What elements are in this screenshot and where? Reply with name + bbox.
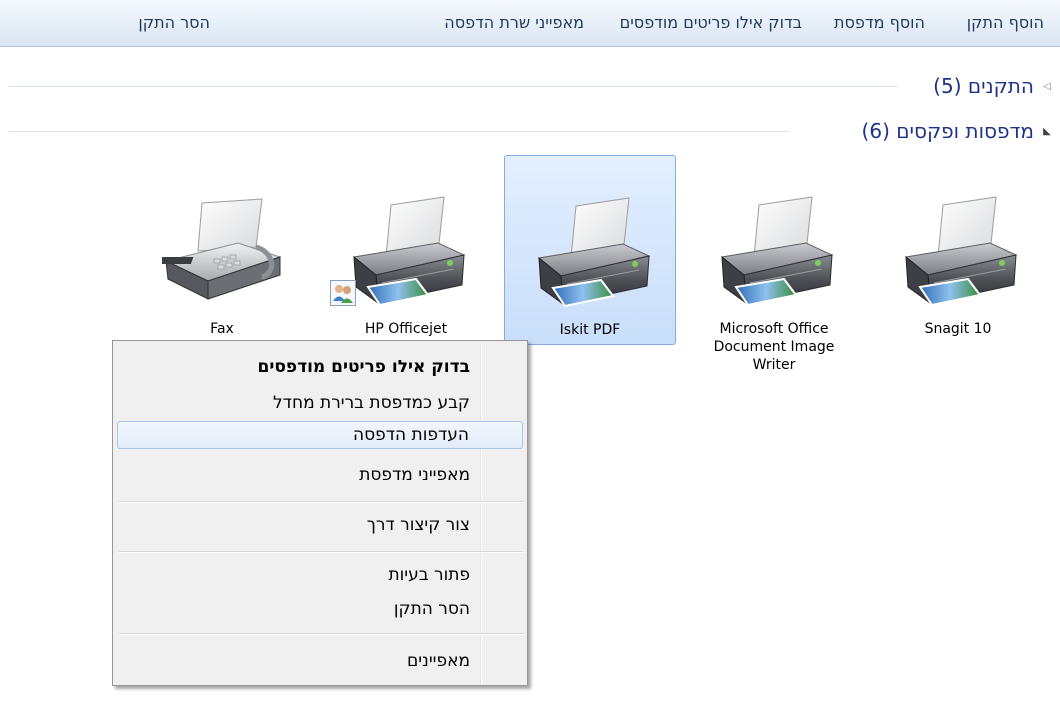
- see-whats-printing-button[interactable]: בדוק אילו פריטים מודפסים: [620, 13, 802, 33]
- device-iskit-pdf[interactable]: Iskit PDF: [504, 155, 676, 345]
- expand-arrow-icon[interactable]: ◁: [1040, 79, 1054, 93]
- group-divider: [8, 131, 790, 132]
- device-snagit[interactable]: Snagit 10: [872, 155, 1044, 345]
- menu-separator: [119, 551, 523, 553]
- printer-icon: [714, 195, 834, 315]
- remove-device-button[interactable]: הסר התקן: [138, 13, 210, 33]
- group-title-printers: מדפסות ופקסים (6): [861, 119, 1034, 143]
- menu-item-set-default[interactable]: קבע כמדפסת ברירת מחדל: [117, 389, 523, 417]
- group-header-printers[interactable]: ◣ מדפסות ופקסים (6): [0, 119, 1060, 143]
- menu-item-properties[interactable]: מאפיינים: [117, 647, 523, 675]
- menu-item-see-whats-printing[interactable]: בדוק אילו פריטים מודפסים: [117, 353, 523, 381]
- add-printer-button[interactable]: הוסף מדפסת: [834, 13, 925, 33]
- printer-icon: [531, 196, 651, 316]
- device-label: Snagit 10: [924, 321, 992, 337]
- menu-item-create-shortcut[interactable]: צור קיצור דרך: [117, 511, 523, 539]
- device-label: HP Officejet: [364, 321, 448, 337]
- collapse-arrow-icon[interactable]: ◣: [1040, 124, 1054, 138]
- menu-item-remove-device[interactable]: הסר התקן: [117, 595, 523, 623]
- fax-icon: [162, 195, 282, 315]
- device-label: Fax: [210, 321, 234, 337]
- device-label: Iskit PDF: [559, 322, 621, 338]
- printer-icon: [346, 195, 466, 315]
- device-fax[interactable]: Fax: [136, 155, 308, 345]
- shared-users-icon: [330, 280, 356, 306]
- device-ms-office-writer[interactable]: Microsoft Office Document Image Writer: [688, 155, 860, 373]
- context-menu: בדוק אילו פריטים מודפסים קבע כמדפסת בריר…: [112, 340, 528, 686]
- device-hp-officejet[interactable]: HP Officejet: [320, 155, 492, 345]
- menu-item-printer-properties[interactable]: מאפייני מדפסת: [117, 461, 523, 489]
- group-header-devices[interactable]: ◁ התקנים (5): [0, 74, 1060, 98]
- device-label: Microsoft Office Document Image Writer: [713, 321, 835, 373]
- group-title-devices: התקנים (5): [933, 74, 1034, 98]
- command-bar: הוסף התקן הוסף מדפסת בדוק אילו פריטים מו…: [0, 0, 1060, 47]
- menu-item-troubleshoot[interactable]: פתור בעיות: [117, 561, 523, 589]
- add-device-button[interactable]: הוסף התקן: [967, 13, 1044, 33]
- menu-item-printing-preferences[interactable]: העדפות הדפסה: [117, 421, 523, 449]
- print-server-properties-button[interactable]: מאפייני שרת הדפסה: [444, 13, 584, 33]
- printer-icon: [898, 195, 1018, 315]
- group-divider: [8, 86, 898, 87]
- menu-separator: [119, 501, 523, 503]
- menu-separator: [119, 633, 523, 635]
